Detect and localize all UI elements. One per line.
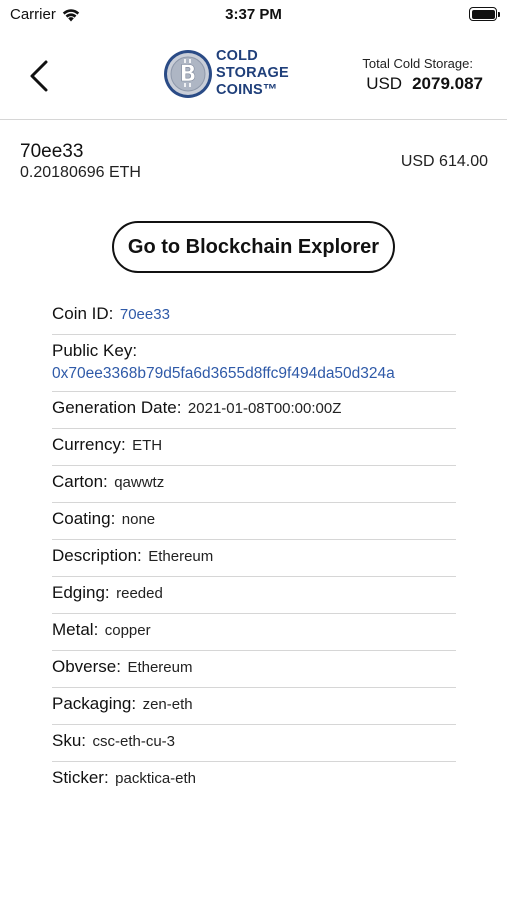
- detail-label: Edging:: [52, 583, 110, 602]
- svg-text:B: B: [180, 62, 197, 87]
- detail-label: Packaging:: [52, 694, 137, 713]
- detail-value: 2021-01-08T00:00:00Z: [187, 400, 342, 417]
- public-key-link[interactable]: 0x70ee3368b79d5fa6d3655d8ffc9f494da50d32…: [52, 363, 456, 384]
- detail-row-obverse: Obverse: Ethereum: [52, 651, 456, 688]
- detail-value: copper: [104, 622, 151, 639]
- detail-row-description: Description: Ethereum: [52, 540, 456, 577]
- detail-value: packtica-eth: [115, 770, 197, 787]
- detail-label: Obverse:: [52, 657, 121, 676]
- detail-row-generation-date: Generation Date: 2021-01-08T00:00:00Z: [52, 392, 456, 429]
- detail-label: Sticker:: [52, 768, 109, 787]
- detail-label: Generation Date:: [52, 398, 182, 417]
- detail-value: qawwtz: [114, 474, 165, 491]
- detail-value: none: [121, 511, 156, 528]
- brand-line-3: COINS™: [216, 82, 278, 98]
- total-storage-amount: 2079.087: [412, 74, 483, 93]
- total-storage-currency: USD: [366, 74, 403, 93]
- detail-label: Coin ID:: [52, 304, 114, 323]
- coin-amount: 0.20180696 ETH: [20, 164, 141, 181]
- blockchain-explorer-button[interactable]: Go to Blockchain Explorer: [112, 221, 395, 273]
- total-storage-label: Total Cold Storage:: [362, 56, 473, 71]
- detail-label: Carton:: [52, 472, 108, 491]
- detail-value: reeded: [116, 585, 163, 602]
- coin-usd-value: USD 614.00: [400, 153, 488, 170]
- detail-row-sku: Sku: csc-eth-cu-3: [52, 725, 456, 762]
- detail-value: csc-eth-cu-3: [92, 733, 176, 750]
- detail-label: Description:: [52, 546, 142, 565]
- brand-line-1: COLD: [216, 48, 258, 64]
- detail-row-edging: Edging: reeded: [52, 577, 456, 614]
- detail-row-coin-id: Coin ID: 70ee33: [52, 298, 456, 335]
- brand-logo: B COLD STORAGE COINS™: [163, 48, 289, 99]
- coin-id-link[interactable]: 70ee33: [120, 306, 170, 323]
- detail-row-sticker: Sticker: packtica-eth: [52, 762, 456, 799]
- detail-label: Currency:: [52, 435, 126, 454]
- coin-title: 70ee33: [20, 141, 84, 162]
- status-time: 3:37 PM: [225, 6, 282, 23]
- detail-value: zen-eth: [142, 696, 193, 713]
- brand-name: COLD STORAGE COINS™: [216, 48, 289, 99]
- detail-row-metal: Metal: copper: [52, 614, 456, 651]
- detail-label: Metal:: [52, 620, 99, 639]
- detail-label: Sku:: [52, 731, 87, 750]
- detail-row-packaging: Packaging: zen-eth: [52, 688, 456, 725]
- total-storage-value: USD 2079.087: [366, 74, 483, 94]
- detail-row-currency: Currency: ETH: [52, 429, 456, 466]
- detail-row-public-key: Public Key: 0x70ee3368b79d5fa6d3655d8ffc…: [52, 335, 456, 392]
- status-bar: Carrier 3:37 PM: [0, 0, 507, 30]
- nav-header: B COLD STORAGE COINS™ Total Cold Storage…: [0, 30, 507, 120]
- detail-label: Coating:: [52, 509, 116, 528]
- back-chevron-icon[interactable]: [22, 58, 58, 94]
- battery-icon: [469, 7, 500, 21]
- detail-value: ETH: [132, 437, 163, 454]
- detail-value: Ethereum: [127, 659, 193, 676]
- bitcoin-coin-logo: B: [164, 49, 212, 98]
- detail-row-carton: Carton: qawwtz: [52, 466, 456, 503]
- detail-value: Ethereum: [148, 548, 214, 565]
- brand-line-2: STORAGE: [216, 65, 289, 81]
- detail-row-coating: Coating: none: [52, 503, 456, 540]
- coin-details-list: Coin ID: 70ee33 Public Key: 0x70ee3368b7…: [52, 298, 456, 799]
- detail-label: Public Key:: [52, 341, 138, 360]
